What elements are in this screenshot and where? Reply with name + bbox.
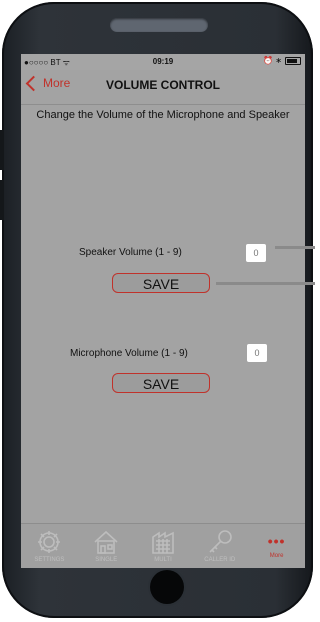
- tab-multi[interactable]: MULTI: [135, 524, 192, 568]
- battery-icon: [285, 56, 301, 65]
- tab-multi-label: MULTI: [154, 557, 172, 563]
- microphone-volume-label: Microphone Volume (1 - 9): [70, 348, 188, 359]
- gear-icon: [38, 531, 61, 553]
- speaker-save-button[interactable]: SAVE: [112, 273, 210, 293]
- tab-caller-id[interactable]: CALLER ID: [191, 524, 248, 568]
- annotation-pointer-speaker-input: [275, 246, 315, 249]
- house-icon: [94, 530, 118, 554]
- volume-down-side-button: [0, 180, 4, 220]
- tab-single-label: SINGLE: [95, 557, 118, 563]
- tab-settings-label: SETTINGS: [34, 557, 65, 563]
- tab-more-label: More: [269, 553, 284, 559]
- navigation-bar: More VOLUME CONTROL: [21, 70, 305, 105]
- speaker-volume-label: Speaker Volume (1 - 9): [79, 247, 182, 258]
- page-description: Change the Volume of the Microphone and …: [36, 109, 290, 121]
- speaker-volume-input[interactable]: [246, 244, 266, 262]
- screen: ●○○○○ BT ᯤ 09:19 ⏰ ∗ More VOLUME CONTROL…: [21, 54, 305, 568]
- page-title: VOLUME CONTROL: [106, 78, 220, 92]
- microphone-save-button[interactable]: SAVE: [112, 373, 210, 393]
- tab-bar: SETTINGS SINGLE MULTI CALLER ID ••• More: [21, 523, 305, 568]
- microphone-volume-input[interactable]: [247, 344, 267, 362]
- annotation-pointer-save-button: [216, 282, 315, 285]
- status-right-icons: ⏰ ∗: [263, 56, 282, 65]
- more-dots-icon: •••: [267, 533, 286, 549]
- home-button[interactable]: [150, 570, 184, 604]
- tab-caller-id-label: CALLER ID: [204, 557, 236, 563]
- status-bar: ●○○○○ BT ᯤ 09:19 ⏰ ∗: [21, 54, 305, 70]
- tab-single[interactable]: SINGLE: [78, 524, 135, 568]
- key-icon: [209, 530, 232, 553]
- status-icons: ⏰ ∗: [263, 56, 301, 65]
- tab-more[interactable]: ••• More: [248, 524, 305, 568]
- earpiece-slot: [110, 18, 208, 32]
- building-icon: [152, 531, 174, 554]
- tab-settings[interactable]: SETTINGS: [21, 524, 78, 568]
- volume-up-side-button: [0, 130, 4, 170]
